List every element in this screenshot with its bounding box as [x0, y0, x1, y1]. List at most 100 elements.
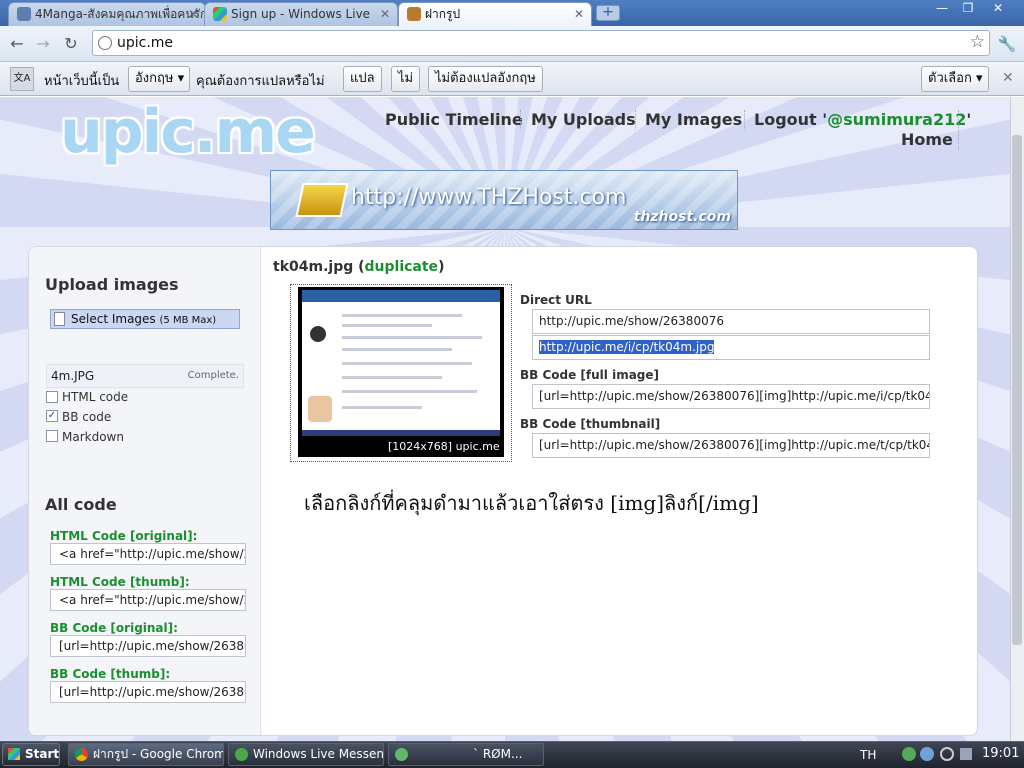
messenger-tray-icon[interactable]: [920, 747, 934, 761]
file-icon: [54, 312, 65, 326]
close-translate-icon[interactable]: ✕: [1002, 70, 1014, 86]
chrome-icon: [75, 748, 88, 761]
markdown-checkbox[interactable]: [46, 430, 58, 442]
uploaded-file-row: 4m.JPG Complete.: [46, 364, 244, 388]
close-icon[interactable]: ✕: [574, 3, 584, 25]
html-original-code-field[interactable]: <a href="http://upic.me/show/2: [50, 543, 246, 565]
file-name: 4m.JPG: [51, 369, 95, 383]
bookmark-star-icon[interactable]: ☆: [970, 32, 985, 52]
html-code-checkbox[interactable]: [46, 391, 58, 403]
nav-divider: [520, 110, 521, 130]
taskbar-item-label: ` RØM...: [473, 747, 523, 761]
banner-box-graphic: [295, 183, 349, 217]
translate-button[interactable]: แปล: [343, 66, 382, 92]
code-label: HTML Code [original]:: [50, 529, 198, 543]
start-button[interactable]: Start: [2, 743, 60, 766]
tab-label: Sign up - Windows Live: [231, 7, 371, 21]
tab-signup-windows-live[interactable]: Sign up - Windows Live ✕: [204, 2, 398, 26]
clock-time: 19:01: [982, 746, 1020, 761]
windows-logo-icon: [8, 748, 20, 760]
file-status: Complete.: [187, 370, 239, 381]
nav-logout[interactable]: Logout '@sumimura212': [754, 110, 971, 129]
address-url: upic.me: [117, 35, 174, 51]
all-code-heading: All code: [45, 495, 117, 514]
wrench-icon[interactable]: 🔧: [996, 34, 1018, 54]
address-bar[interactable]: upic.me ☆: [92, 30, 990, 56]
bb-full-label: BB Code [full image]: [520, 368, 660, 382]
html-thumb-code-field[interactable]: <a href="http://upic.me/show/2: [50, 589, 246, 611]
language-indicator[interactable]: TH: [860, 748, 876, 762]
code-label: BB Code [thumb]:: [50, 667, 171, 681]
taskbar-item-messenger[interactable]: Windows Live Messen...: [228, 743, 384, 766]
tab-label: ฝากรูป: [425, 7, 461, 21]
select-images-button[interactable]: Select Images (5 MB Max): [50, 309, 240, 329]
direct-url-field-1[interactable]: http://upic.me/show/26380076: [532, 309, 930, 334]
username: @sumimura212: [827, 110, 967, 129]
maximize-button[interactable]: ❐: [954, 0, 982, 18]
nav-my-uploads[interactable]: My Uploads: [531, 110, 636, 129]
checkbox-label: BB code: [62, 410, 112, 424]
tab-4manga[interactable]: 4Manga-สังคมคุณภาพเพื่อคนรัก ✕: [8, 2, 206, 26]
translate-question: คุณต้องการแปลหรือไม่: [196, 74, 325, 89]
selected-direct-url: http://upic.me/i/cp/tk04m.jpg: [539, 340, 715, 354]
back-arrow-icon[interactable]: ←: [6, 34, 28, 54]
result-filename: tk04m.jpg: [273, 259, 354, 275]
ad-banner[interactable]: http://www.THZHost.com thzhost.com: [270, 170, 738, 230]
uploaded-file-title: tk04m.jpg (duplicate): [273, 259, 445, 275]
bb-code-checkbox[interactable]: ✓: [46, 410, 58, 422]
nav-divider: [958, 110, 959, 150]
duplicate-link[interactable]: duplicate: [365, 259, 439, 275]
buddy-icon: [395, 748, 408, 761]
windows-flag-icon: [213, 7, 227, 21]
taskbar-item-label: Windows Live Messen...: [253, 747, 384, 761]
tab-label: 4Manga-สังคมคุณภาพเพื่อคนรัก: [35, 7, 206, 21]
checkbox-label: HTML code: [62, 390, 129, 404]
nav-my-images[interactable]: My Images: [645, 110, 742, 129]
language-select-label: อังกฤษ: [135, 71, 174, 86]
select-images-label: Select Images: [71, 312, 156, 326]
upic-favicon-icon: [407, 7, 421, 21]
new-tab-button[interactable]: +: [596, 5, 620, 21]
reload-icon[interactable]: ↻: [60, 34, 82, 54]
minimize-button[interactable]: —: [928, 0, 956, 18]
banner-url: http://www.THZHost.com: [351, 185, 627, 210]
tab-upic-active[interactable]: ฝากรูป ✕: [398, 2, 592, 26]
close-window-button[interactable]: ✕: [982, 0, 1014, 18]
bb-full-field[interactable]: [url=http://upic.me/show/26380076][img]h…: [532, 384, 930, 409]
globe-icon: [98, 36, 112, 50]
language-select[interactable]: อังกฤษ ▾: [128, 66, 190, 92]
annotation-note: เลือกลิงก์ที่คลุมดำมาแล้วเอาใส่ตรง [img]…: [304, 487, 876, 573]
taskbar-item-chrome[interactable]: ฝากรูป - Google Chrome: [68, 743, 224, 766]
options-button[interactable]: ตัวเลือก ▾: [921, 66, 989, 92]
globe-icon: [17, 7, 31, 21]
translate-icon: 文A: [10, 67, 34, 91]
bb-thumb-field[interactable]: [url=http://upic.me/show/26380076][img]h…: [532, 433, 930, 458]
nav-public-timeline[interactable]: Public Timeline: [385, 110, 523, 129]
direct-url-field-2[interactable]: http://upic.me/i/cp/tk04m.jpg: [532, 335, 930, 360]
select-images-hint: (5 MB Max): [159, 315, 217, 326]
bb-original-code-field[interactable]: [url=http://upic.me/show/26380: [50, 635, 246, 657]
logout-suffix: ': [966, 110, 972, 129]
bb-thumb-code-field[interactable]: [url=http://upic.me/show/26380: [50, 681, 246, 703]
chevron-down-icon: ▾: [177, 71, 185, 86]
volume-tray-icon[interactable]: [960, 748, 972, 760]
chevron-down-icon: ▾: [975, 71, 983, 86]
taskbar-item-chat[interactable]: ` RØM...: [388, 743, 544, 766]
close-icon[interactable]: ✕: [380, 3, 390, 25]
translate-prefix: หน้าเว็บนี้เป็น: [44, 74, 120, 89]
copyright-tray-icon[interactable]: [940, 747, 954, 761]
forward-arrow-icon[interactable]: →: [32, 34, 54, 54]
nav-home[interactable]: Home: [901, 130, 953, 149]
code-label: HTML Code [thumb]:: [50, 575, 190, 589]
close-icon[interactable]: ✕: [188, 3, 198, 25]
never-translate-button[interactable]: ไม่ต้องแปลอังกฤษ: [428, 66, 543, 92]
direct-url-label: Direct URL: [520, 293, 592, 307]
start-label: Start: [25, 747, 60, 761]
no-button[interactable]: ไม่: [391, 66, 421, 92]
scrollbar-thumb[interactable]: [1012, 135, 1022, 645]
clock[interactable]: 19:01 PM: [982, 746, 1024, 761]
site-logo[interactable]: upic.me: [60, 97, 316, 167]
banner-brand: thzhost.com: [633, 209, 731, 225]
network-tray-icon[interactable]: [902, 747, 916, 761]
options-label: ตัวเลือก: [928, 71, 972, 86]
